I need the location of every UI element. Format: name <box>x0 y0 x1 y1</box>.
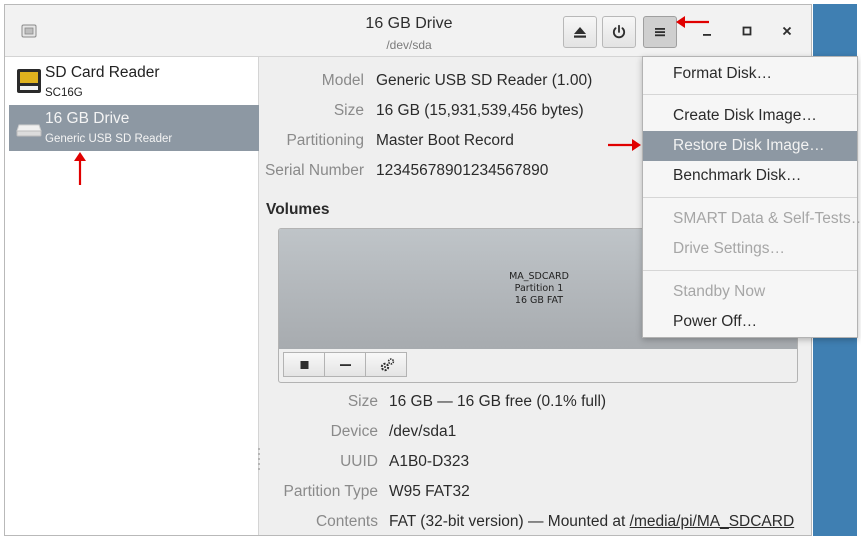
sidebar-item-16gb-drive[interactable]: 16 GB Drive Generic USB SD Reader <box>9 105 259 151</box>
window-subtitle: /dev/sda <box>386 38 432 52</box>
serial-number-label: Serial Number <box>264 162 364 179</box>
stop-icon <box>300 361 309 369</box>
menu-item-format-disk[interactable]: Format Disk… <box>643 59 857 89</box>
menu-separator <box>643 94 857 95</box>
drive-list-sidebar: SD Card Reader SC16G 16 GB Drive Generic… <box>5 57 260 535</box>
sidebar-item-desc: Generic USB SD Reader <box>45 133 173 145</box>
sd-card-icon <box>15 67 43 95</box>
partition-type-label: Partition Type <box>283 483 379 500</box>
power-icon <box>612 24 626 39</box>
partitioning-label: Partitioning <box>286 132 364 149</box>
menu-separator <box>643 197 857 198</box>
annotation-arrow-left-icon <box>676 16 709 28</box>
minus-icon <box>340 364 351 366</box>
device-label: Device <box>330 423 378 440</box>
uuid-label: UUID <box>340 453 378 470</box>
gears-icon <box>380 358 395 372</box>
contents-value: FAT (32-bit version) — Mounted at /media… <box>389 513 794 531</box>
eject-icon <box>574 27 586 38</box>
drive-menu-button[interactable] <box>643 16 677 48</box>
sidebar-item-sd-card-reader[interactable]: SD Card Reader SC16G <box>9 59 259 105</box>
serial-number-value: 12345678901234567890 <box>376 162 549 179</box>
partition-options-button[interactable] <box>365 352 407 377</box>
delete-partition-button[interactable] <box>324 352 366 377</box>
contents-label: Contents <box>315 513 378 530</box>
device-value: /dev/sda1 <box>389 423 457 440</box>
maximize-button[interactable] <box>735 19 759 43</box>
drive-options-menu: Format Disk… Create Disk Image… Restore … <box>642 56 861 338</box>
sidebar-item-name: 16 GB Drive <box>45 110 130 127</box>
partition-type-value: W95 FAT32 <box>389 483 470 500</box>
hamburger-menu-icon <box>655 28 665 37</box>
partitioning-value: Master Boot Record <box>376 132 514 149</box>
annotation-arrow-up-icon <box>74 152 86 185</box>
size-label: Size <box>333 102 364 119</box>
model-value: Generic USB SD Reader (1.00) <box>376 72 593 89</box>
sidebar-item-desc: SC16G <box>45 87 83 99</box>
model-label: Model <box>321 72 364 89</box>
screenshot-frame: 16 GB Drive /dev/sda SD Card Reader SC16… <box>0 0 861 540</box>
contents-text: FAT (32-bit version) — Mounted at <box>389 513 630 530</box>
menu-item-restore-disk-image[interactable]: Restore Disk Image… <box>643 131 857 161</box>
unmount-button[interactable] <box>283 352 325 377</box>
menu-item-standby-now: Standby Now <box>673 283 766 300</box>
menu-item-drive-settings: Drive Settings… <box>673 240 785 257</box>
power-button[interactable] <box>602 16 636 48</box>
sidebar-item-name: SD Card Reader <box>45 64 160 81</box>
volume-size-label: Size <box>347 393 378 410</box>
menu-item-benchmark-disk[interactable]: Benchmark Disk… <box>643 161 857 191</box>
volumes-heading: Volumes <box>266 201 330 218</box>
menu-item-create-disk-image[interactable]: Create Disk Image… <box>643 101 857 131</box>
menu-item-smart-data: SMART Data & Self-Tests… <box>673 210 861 227</box>
close-button[interactable] <box>775 19 799 43</box>
uuid-value: A1B0-D323 <box>389 453 470 470</box>
menu-item-power-off[interactable]: Power Off… <box>643 307 857 337</box>
maximize-icon <box>742 26 752 36</box>
eject-button[interactable] <box>563 16 597 48</box>
drive-icon <box>15 113 43 141</box>
annotation-arrow-right-icon <box>608 139 641 151</box>
size-value: 16 GB (15,931,539,456 bytes) <box>376 102 584 119</box>
mount-point-link[interactable]: /media/pi/MA_SDCARD <box>630 513 795 530</box>
close-icon <box>782 26 792 36</box>
volume-size-value: 16 GB — 16 GB free (0.1% full) <box>389 393 607 410</box>
menu-separator <box>643 270 857 271</box>
